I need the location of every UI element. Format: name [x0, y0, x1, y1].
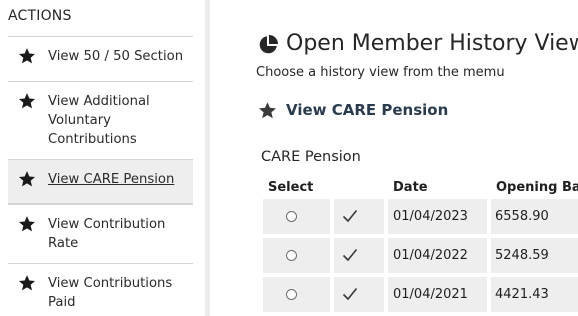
row-opening-balance: 4421.43	[495, 287, 549, 302]
select-cell	[263, 199, 330, 234]
status-cell	[334, 199, 384, 234]
main-content: Open Member History View Choose a histor…	[210, 0, 578, 316]
sidebar-item-view-care-pension[interactable]: View CARE Pension	[8, 159, 193, 204]
checkmark-icon	[342, 248, 358, 262]
row-select-radio[interactable]	[286, 250, 297, 261]
balance-cell: 5248.59	[491, 238, 578, 273]
sidebar-item-view-contributions-paid[interactable]: View Contributions Paid	[8, 263, 193, 316]
star-icon	[18, 48, 36, 64]
select-cell	[263, 238, 330, 273]
sidebar-item-view-contribution-rate[interactable]: View Contribution Rate	[8, 204, 193, 263]
page-subtitle: Choose a history view from the memu	[256, 65, 505, 80]
status-cell	[334, 277, 384, 312]
star-icon	[259, 102, 276, 119]
row-opening-balance: 5248.59	[495, 248, 549, 263]
sidebar-item-label: View 50 / 50 Section	[48, 49, 184, 64]
view-care-pension-link[interactable]: View CARE Pension	[286, 101, 448, 119]
date-cell: 01/04/2022	[388, 238, 487, 273]
row-select-radio[interactable]	[286, 289, 297, 300]
pie-chart-icon	[259, 35, 278, 54]
checkmark-icon	[342, 209, 358, 223]
sidebar-item-label: View Additional Voluntary Contributions	[48, 94, 150, 147]
sidebar-item-view-50-50-section[interactable]: View 50 / 50 Section	[8, 36, 193, 81]
actions-heading: ACTIONS	[8, 8, 72, 24]
date-cell: 01/04/2021	[388, 277, 487, 312]
checkmark-icon	[342, 287, 358, 301]
date-cell: 01/04/2023	[388, 199, 487, 234]
sidebar-item-label: View Contribution Rate	[48, 217, 166, 251]
row-date: 01/04/2023	[393, 209, 468, 224]
balance-cell: 6558.90	[491, 199, 578, 234]
balance-cell: 4421.43	[491, 277, 578, 312]
column-header-date: Date	[393, 180, 428, 195]
star-icon	[18, 93, 36, 109]
row-date: 01/04/2022	[393, 248, 468, 263]
app-window: ACTIONS View 50 / 50 Section View Additi…	[0, 0, 578, 316]
page-title: Open Member History View	[286, 31, 578, 56]
row-opening-balance: 6558.90	[495, 209, 549, 224]
actions-sidebar: ACTIONS View 50 / 50 Section View Additi…	[0, 0, 205, 316]
sidebar-item-view-avc[interactable]: View Additional Voluntary Contributions	[8, 81, 193, 159]
star-icon	[18, 171, 36, 187]
sidebar-item-label: View Contributions Paid	[48, 276, 173, 310]
status-cell	[334, 238, 384, 273]
column-header-select: Select	[268, 180, 314, 195]
column-header-opening-balance: Opening Bala	[496, 180, 578, 195]
table-caption: CARE Pension	[261, 149, 361, 165]
star-icon	[18, 216, 36, 232]
select-cell	[263, 277, 330, 312]
star-icon	[18, 275, 36, 291]
sidebar-item-label: View CARE Pension	[48, 172, 175, 187]
row-select-radio[interactable]	[286, 211, 297, 222]
row-date: 01/04/2021	[393, 287, 468, 302]
